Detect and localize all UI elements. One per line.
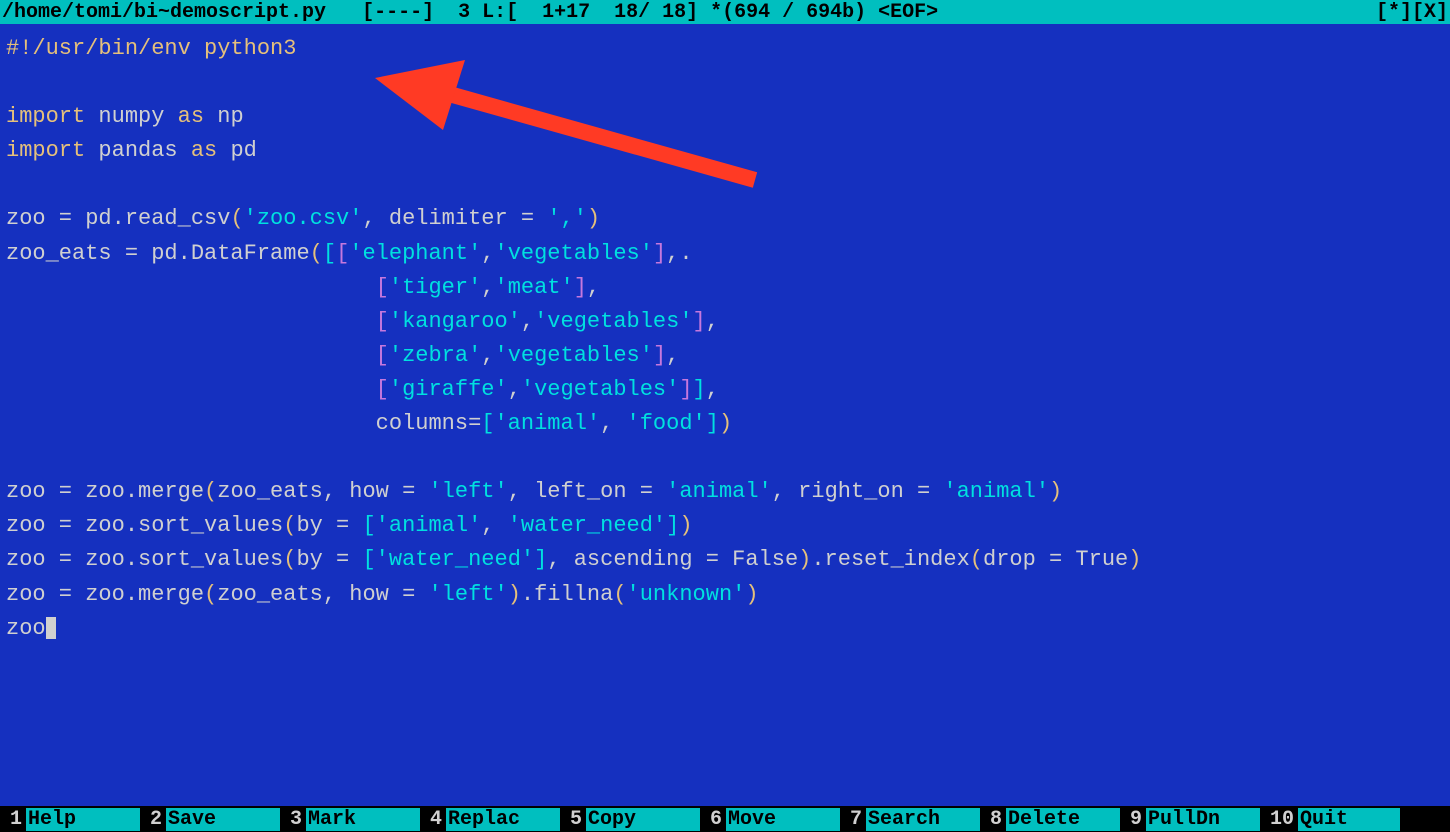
fn-copy[interactable]: 5 Copy [560, 808, 700, 831]
code-line-13[interactable] [6, 441, 1444, 475]
code-line-14[interactable]: zoo = zoo.merge(zoo_eats, how = 'left', … [6, 475, 1444, 509]
shebang: #!/usr/bin/env python3 [6, 36, 296, 61]
status-spacer2 [434, 1, 458, 24]
code-line-16[interactable]: zoo = zoo.sort_values(by = ['water_need'… [6, 543, 1444, 577]
code-line-10[interactable]: ['zebra','vegetables'], [6, 339, 1444, 373]
fn-quit[interactable]: 10 Quit [1260, 808, 1400, 831]
status-spacer1 [326, 1, 362, 24]
fn-search[interactable]: 7 Search [840, 808, 980, 831]
code-line-11[interactable]: ['giraffe','vegetables']], [6, 373, 1444, 407]
code-line-2[interactable] [6, 66, 1444, 100]
status-bar: /home/tomi/bi~demoscript.py [----] 3 L:[… [0, 0, 1450, 24]
code-line-6[interactable]: zoo = pd.read_csv('zoo.csv', delimiter =… [6, 202, 1444, 236]
code-line-4[interactable]: import pandas as pd [6, 134, 1444, 168]
fn-save[interactable]: 2 Save [140, 808, 280, 831]
fn-move[interactable]: 6 Move [700, 808, 840, 831]
code-line-18[interactable]: zoo [6, 612, 1444, 646]
code-line-3[interactable]: import numpy as np [6, 100, 1444, 134]
code-line-7[interactable]: zoo_eats = pd.DataFrame([['elephant','ve… [6, 237, 1444, 271]
code-line-15[interactable]: zoo = zoo.sort_values(by = ['animal', 'w… [6, 509, 1444, 543]
code-line-9[interactable]: ['kangaroo','vegetables'], [6, 305, 1444, 339]
editor-body[interactable]: #!/usr/bin/env python3 import numpy as n… [0, 24, 1450, 806]
fn-pulldn[interactable]: 9 PullDn [1120, 808, 1260, 831]
position-info: 3 L:[ 1+17 18/ 18] *(694 / 694b) <EOF> [458, 1, 938, 24]
fn-delete[interactable]: 8 Delete [980, 808, 1120, 831]
code-line-12[interactable]: columns=['animal', 'food']) [6, 407, 1444, 441]
file-path: /home/tomi/bi~demoscript.py [2, 1, 326, 24]
code-line-1[interactable]: #!/usr/bin/env python3 [6, 32, 1444, 66]
editor-container: /home/tomi/bi~demoscript.py [----] 3 L:[… [0, 0, 1450, 832]
code-line-17[interactable]: zoo = zoo.merge(zoo_eats, how = 'left').… [6, 578, 1444, 612]
modified-flags: [----] [362, 1, 434, 24]
fn-replace[interactable]: 4 Replac [420, 808, 560, 831]
text-cursor [46, 617, 56, 639]
code-line-5[interactable] [6, 168, 1444, 202]
code-line-8[interactable]: ['tiger','meat'], [6, 271, 1444, 305]
fn-mark[interactable]: 3 Mark [280, 808, 420, 831]
function-bar: 1 Help 2 Save 3 Mark 4 Replac 5 Copy 6 M… [0, 806, 1450, 832]
fn-help[interactable]: 1 Help [0, 808, 140, 831]
status-indicators: [*][X] [1376, 1, 1448, 24]
